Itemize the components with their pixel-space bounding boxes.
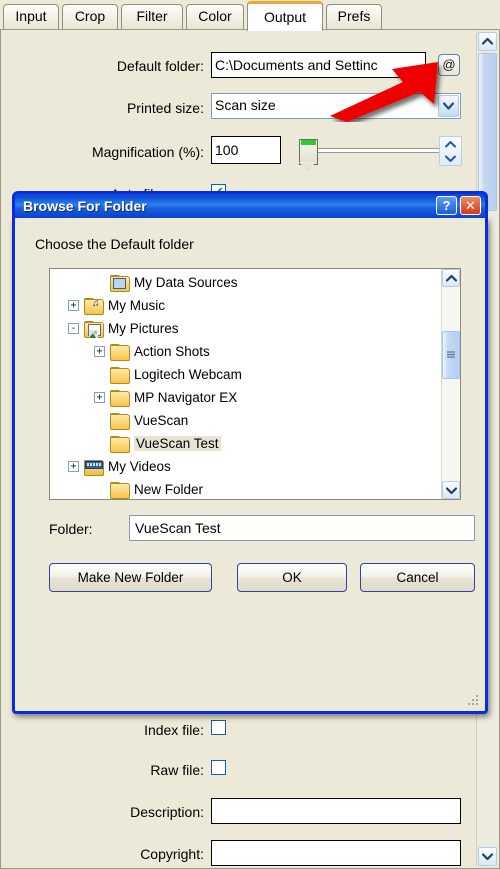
- tab-prefs[interactable]: Prefs: [326, 4, 382, 30]
- magnification-label: Magnification (%):: [91, 144, 204, 160]
- chevron-down-icon[interactable]: [438, 95, 459, 117]
- row-copyright: Copyright:: [1, 840, 471, 868]
- expand-icon[interactable]: +: [94, 392, 105, 403]
- dialog-title: Browse For Folder: [23, 198, 147, 214]
- tab-filter[interactable]: Filter: [121, 4, 183, 30]
- close-button[interactable]: ✕: [460, 196, 481, 215]
- magnification-slider-track[interactable]: [316, 148, 441, 153]
- description-input[interactable]: [211, 798, 461, 824]
- default-folder-label: Default folder:: [116, 58, 204, 74]
- music-folder-icon: ♫: [84, 297, 104, 315]
- printed-size-select[interactable]: Scan size: [211, 93, 461, 119]
- folder-icon: [110, 412, 130, 430]
- tree-item[interactable]: New Folder: [50, 478, 460, 499]
- printed-size-value: Scan size: [215, 97, 276, 113]
- row-description: Description:: [1, 798, 471, 826]
- folder-icon: [110, 481, 130, 499]
- folder-icon: [110, 366, 130, 384]
- index-file-label: Index file:: [144, 722, 204, 738]
- folder-name-label: Folder:: [49, 521, 93, 537]
- tab-color[interactable]: Color: [186, 4, 244, 30]
- stepper-down-icon[interactable]: [440, 151, 461, 165]
- tree-item-label: My Pictures: [108, 321, 179, 336]
- tree-item-label: My Music: [108, 298, 165, 313]
- raw-file-label: Raw file:: [150, 762, 204, 778]
- folder-icon: [110, 389, 130, 407]
- row-index-file: Index file:: [1, 718, 471, 746]
- tab-input[interactable]: Input: [3, 4, 59, 30]
- browse-for-folder-dialog: Browse For Folder ? ✕ Choose the Default…: [12, 191, 488, 714]
- scroll-thumb[interactable]: [478, 53, 497, 211]
- tree-item[interactable]: VueScan Test: [50, 432, 460, 455]
- tree-item-label: MP Navigator EX: [134, 390, 238, 405]
- expand-icon[interactable]: +: [68, 461, 79, 472]
- resize-grip[interactable]: [468, 695, 480, 707]
- magnification-stepper[interactable]: [439, 136, 462, 166]
- tree-scroll-up-button[interactable]: [442, 269, 460, 287]
- index-file-checkbox[interactable]: [211, 720, 226, 735]
- tree-item[interactable]: My Data Sources: [50, 271, 460, 294]
- video-folder-icon: [84, 459, 104, 476]
- dialog-title-bar[interactable]: Browse For Folder ? ✕: [12, 191, 488, 218]
- folder-tree[interactable]: My Data Sources + ♫ My Music - My Pictures + Ac…: [49, 268, 461, 500]
- description-label: Description:: [130, 804, 204, 820]
- tree-item-label: My Data Sources: [134, 275, 238, 290]
- folder-name-input[interactable]: VueScan Test: [129, 515, 475, 541]
- tree-scroll-down-button[interactable]: [442, 481, 460, 499]
- raw-file-checkbox[interactable]: [211, 760, 226, 775]
- tree-item[interactable]: + Action Shots: [50, 340, 460, 363]
- copyright-input[interactable]: [211, 840, 461, 866]
- ok-button[interactable]: OK: [237, 563, 347, 592]
- slider-thumb-highlight: [301, 140, 316, 145]
- expand-icon[interactable]: +: [94, 346, 105, 357]
- row-magnification: Magnification (%): 100: [1, 136, 471, 171]
- tab-output[interactable]: Output: [247, 1, 323, 31]
- special-folder-icon: [110, 274, 130, 292]
- tree-item-label: My Videos: [108, 459, 171, 474]
- dialog-prompt: Choose the Default folder: [35, 236, 194, 252]
- stepper-up-icon[interactable]: [440, 137, 461, 151]
- tree-item[interactable]: - My Pictures: [50, 317, 458, 340]
- tree-item-label: VueScan: [134, 413, 189, 428]
- row-printed-size: Printed size: Scan size: [1, 93, 471, 121]
- scroll-down-button[interactable]: [478, 847, 497, 866]
- tree-item-label: Logitech Webcam: [134, 367, 242, 382]
- tree-item-label: New Folder: [134, 482, 204, 497]
- tree-item[interactable]: + MP Navigator EX: [50, 386, 460, 409]
- help-button[interactable]: ?: [436, 196, 457, 215]
- scroll-up-button[interactable]: [478, 32, 497, 51]
- tree-item[interactable]: + My Videos: [50, 455, 458, 478]
- magnification-slider-thumb[interactable]: [299, 139, 318, 171]
- tree-item-label: Action Shots: [134, 344, 210, 359]
- tree-item[interactable]: Logitech Webcam: [50, 363, 460, 386]
- tab-bar: Input Crop Filter Color Output Prefs: [0, 0, 500, 31]
- printed-size-label: Printed size:: [126, 100, 204, 116]
- row-raw-file: Raw file:: [1, 758, 471, 786]
- tab-crop[interactable]: Crop: [62, 4, 118, 30]
- row-default-folder: Default folder: C:\Documents and Settinc…: [1, 52, 471, 80]
- folder-icon: [110, 343, 130, 361]
- browse-folder-at-button[interactable]: @: [438, 54, 460, 76]
- collapse-icon[interactable]: -: [68, 323, 79, 334]
- tree-item[interactable]: VueScan: [50, 409, 460, 432]
- folder-icon: [110, 435, 130, 453]
- pictures-folder-icon: [84, 320, 104, 338]
- cancel-button[interactable]: Cancel: [360, 563, 475, 592]
- default-folder-input[interactable]: C:\Documents and Settinc: [211, 52, 426, 78]
- copyright-label: Copyright:: [140, 846, 204, 862]
- tree-item-label: VueScan Test: [134, 436, 221, 451]
- tree-item[interactable]: + ♫ My Music: [50, 294, 458, 317]
- expand-icon[interactable]: +: [68, 300, 79, 311]
- magnification-input[interactable]: 100: [211, 136, 281, 164]
- tree-scroll-thumb[interactable]: [442, 331, 460, 379]
- tree-scrollbar[interactable]: [441, 269, 460, 499]
- slider-thumb-tip: [299, 162, 316, 171]
- make-new-folder-button[interactable]: Make New Folder: [49, 563, 212, 592]
